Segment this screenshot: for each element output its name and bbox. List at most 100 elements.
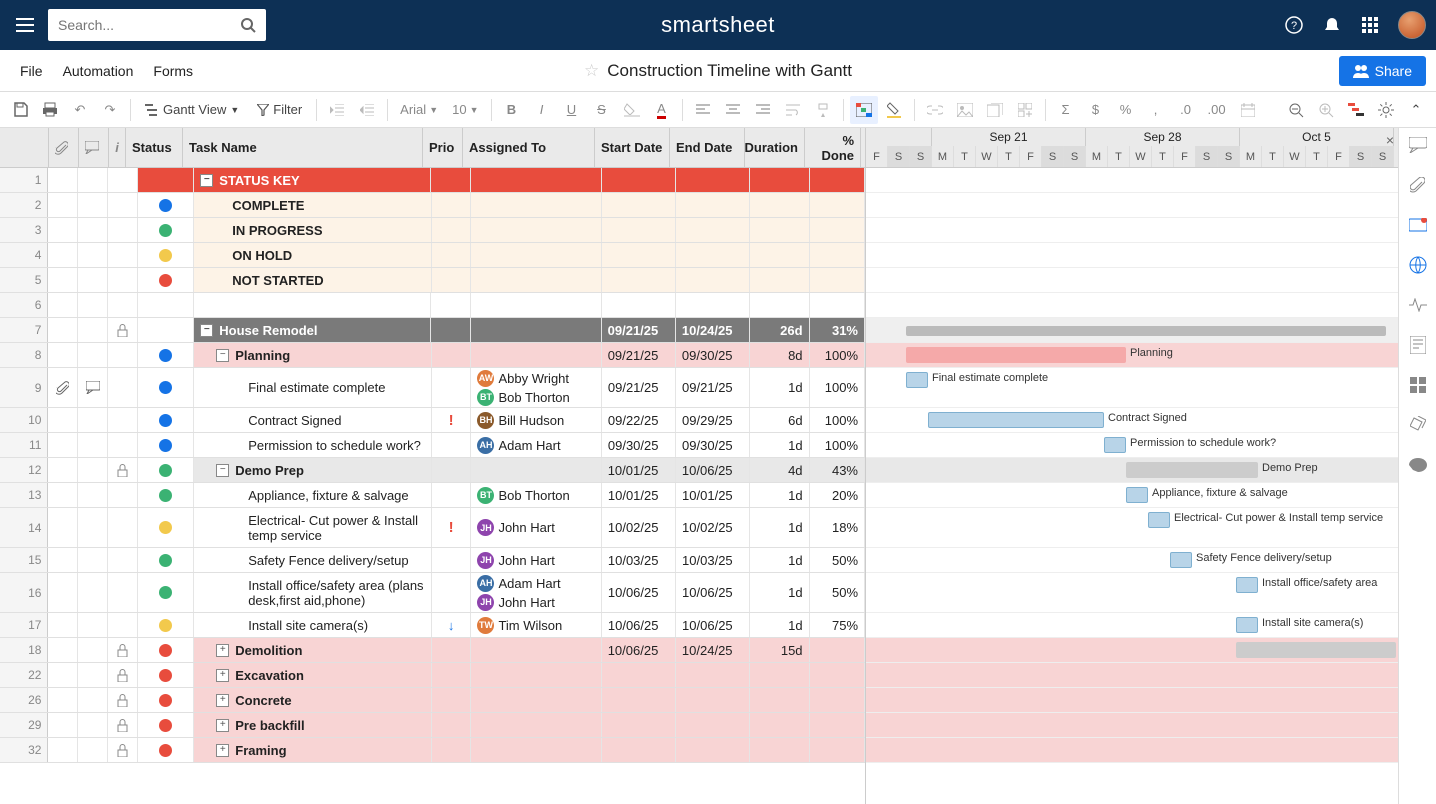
cell-task[interactable]: Electrical- Cut power & Install temp ser… [194,508,432,547]
gantt-bar[interactable] [928,412,1104,428]
row-number[interactable]: 5 [0,268,48,292]
cell-comment[interactable] [78,508,108,547]
gantt-row[interactable] [866,713,1398,738]
cell-comment[interactable] [78,688,108,712]
cell-status[interactable] [138,638,194,662]
cell-start[interactable]: 10/06/25 [602,638,676,662]
table-row[interactable]: 14 Electrical- Cut power & Install temp s… [0,508,865,548]
table-row[interactable]: 3IN PROGRESS [0,218,865,243]
cell-comment[interactable] [78,368,108,407]
gantt-close-button[interactable]: × [1386,132,1394,148]
cell-task[interactable]: +Excavation [194,663,431,687]
cell-start[interactable] [602,168,676,192]
cell-comment[interactable] [78,408,108,432]
cell-duration[interactable]: 1d [750,433,809,457]
cell-assigned[interactable] [471,458,601,482]
cell-attach[interactable] [48,293,78,317]
cell-priority[interactable] [431,293,471,317]
cell-done[interactable]: 100% [810,408,865,432]
cell-duration[interactable] [750,193,809,217]
font-size-select[interactable]: 10 ▼ [446,96,484,124]
header-comment[interactable] [79,128,109,167]
cell-assigned[interactable] [471,738,601,762]
table-row[interactable]: 13Appliance, fixture & salvageBTBob Thor… [0,483,865,508]
gantt-row[interactable]: Demo Prep [866,458,1398,483]
cell-duration[interactable] [750,268,809,292]
cell-end[interactable]: 10/02/25 [676,508,750,547]
cell-task[interactable]: −Planning [194,343,431,367]
cell-priority[interactable] [432,713,472,737]
cell-start[interactable]: 09/21/25 [602,318,676,342]
row-number[interactable]: 14 [0,508,48,547]
cell-duration[interactable] [750,243,809,267]
cell-status[interactable] [138,243,194,267]
table-row[interactable]: 32+Framing [0,738,865,763]
cell-priority[interactable] [432,268,472,292]
cell-priority[interactable] [432,368,472,407]
cell-assigned[interactable] [471,663,601,687]
row-number[interactable]: 29 [0,713,48,737]
gantt-row[interactable]: Safety Fence delivery/setup [866,548,1398,573]
cell-end[interactable] [676,293,750,317]
proof-button[interactable] [981,96,1009,124]
cell-task[interactable]: −Demo Prep [194,458,431,482]
sum-button[interactable]: Σ [1052,96,1080,124]
table-row[interactable]: 29 +Pre backfill [0,713,865,738]
gantt-bar[interactable] [1170,552,1192,568]
cell-comment[interactable] [78,193,108,217]
cell-task[interactable] [194,293,431,317]
workapps-icon[interactable] [1407,374,1429,396]
cell-attach[interactable] [48,713,78,737]
cell-status[interactable] [138,663,194,687]
cell-attach[interactable] [48,268,78,292]
cell-status[interactable] [138,293,194,317]
align-right-button[interactable] [749,96,777,124]
bell-icon[interactable] [1322,15,1342,35]
header-done[interactable]: % Done [805,128,861,167]
cell-start[interactable]: 10/06/25 [602,573,676,612]
zoom-out-button[interactable] [1282,96,1310,124]
cell-task[interactable]: Appliance, fixture & salvage [194,483,432,507]
cell-assigned[interactable] [471,218,601,242]
cell-task[interactable]: Contract Signed [194,408,432,432]
decimal-inc-button[interactable]: .00 [1202,96,1232,124]
align-center-button[interactable] [719,96,747,124]
cell-comment[interactable] [78,713,108,737]
cell-assigned[interactable] [471,318,602,342]
cell-end[interactable]: 09/30/25 [676,343,750,367]
gantt-row[interactable]: Final estimate complete [866,368,1398,408]
cell-assigned[interactable] [471,688,601,712]
cell-done[interactable] [810,713,865,737]
cell-attach[interactable] [48,573,78,612]
cell-priority[interactable] [432,663,472,687]
gantt-bar[interactable] [1148,512,1170,528]
cell-priority[interactable] [432,243,472,267]
cell-assigned[interactable] [471,343,601,367]
brandfolder-icon[interactable] [1407,414,1429,436]
cell-comment[interactable] [78,168,108,192]
cell-assigned[interactable]: AHAdam HartJHJohn Hart [471,573,601,612]
publish-icon[interactable] [1407,254,1429,276]
cell-priority[interactable] [432,193,472,217]
cell-start[interactable] [602,738,676,762]
summary-icon[interactable] [1407,334,1429,356]
undo-button[interactable]: ↶ [66,96,94,124]
proofs-icon[interactable] [1407,214,1429,236]
cell-priority[interactable] [432,343,472,367]
cell-status[interactable] [138,483,194,507]
textcolor-button[interactable]: A [648,96,676,124]
cell-task[interactable]: +Demolition [194,638,431,662]
cell-task[interactable]: +Pre backfill [194,713,431,737]
gantt-row[interactable] [866,688,1398,713]
cell-comment[interactable] [78,243,108,267]
cell-duration[interactable]: 4d [750,458,809,482]
cell-done[interactable] [810,738,865,762]
search-input[interactable] [58,17,240,33]
link-button[interactable] [921,96,949,124]
cell-status[interactable] [138,458,194,482]
cell-start[interactable]: 10/01/25 [602,458,676,482]
cell-assigned[interactable] [471,193,601,217]
star-icon[interactable]: ☆ [584,61,599,81]
cell-duration[interactable] [750,688,809,712]
table-row[interactable]: 6 [0,293,865,318]
